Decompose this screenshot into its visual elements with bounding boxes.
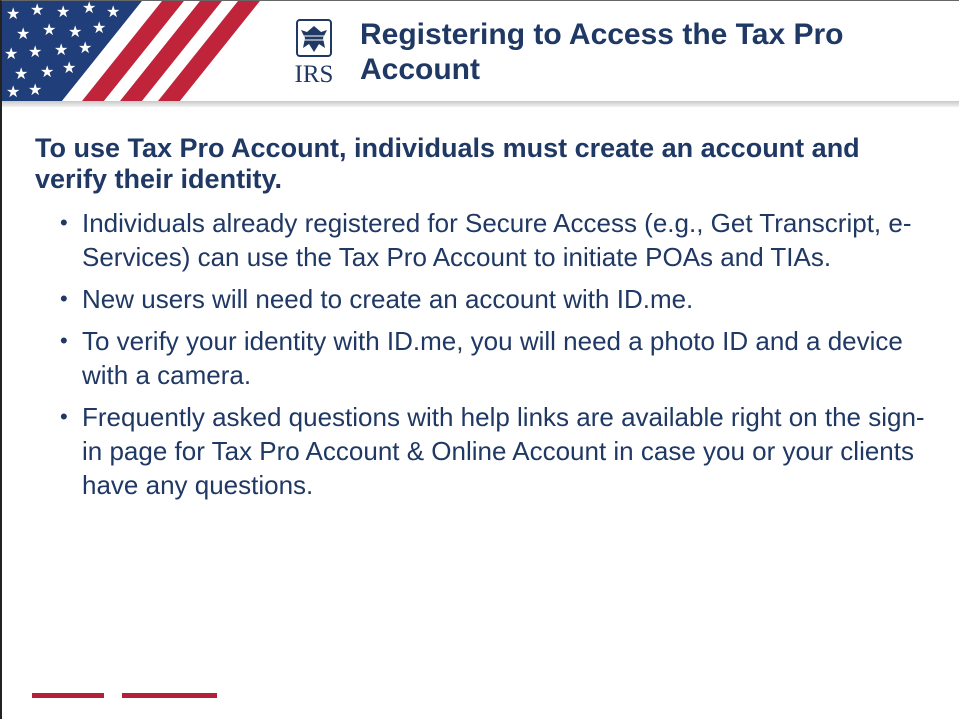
irs-eagle-logo-icon: IRS bbox=[285, 18, 345, 88]
bullet-marker: • bbox=[60, 328, 68, 353]
svg-text:★: ★ bbox=[92, 18, 106, 37]
list-item: • Frequently asked questions with help l… bbox=[24, 400, 939, 502]
svg-text:★: ★ bbox=[28, 42, 42, 61]
svg-text:★: ★ bbox=[106, 2, 120, 21]
list-item-text: Individuals already registered for Secur… bbox=[82, 208, 912, 272]
list-item-text: New users will need to create an account… bbox=[82, 284, 694, 314]
list-item-text: To verify your identity with ID.me, you … bbox=[82, 326, 903, 390]
svg-text:★: ★ bbox=[56, 2, 70, 21]
section-heading: To use Tax Pro Account, individuals must… bbox=[35, 133, 860, 194]
header-divider bbox=[2, 101, 959, 107]
page-title: Registering to Access the Tax Pro Accoun… bbox=[360, 18, 844, 86]
slide-header: ★ ★ ★ ★ ★ ★ ★ ★ ★ ★ ★ ★ ★ ★ ★ ★ ★ ★ IRS Registering t… bbox=[2, 1, 959, 101]
svg-text:★: ★ bbox=[14, 64, 28, 83]
irs-logo-text: IRS bbox=[295, 61, 334, 88]
footer-accent-bar bbox=[32, 693, 104, 698]
svg-text:★: ★ bbox=[6, 82, 20, 101]
svg-text:★: ★ bbox=[40, 62, 54, 81]
list-item: • To verify your identity with ID.me, yo… bbox=[24, 324, 939, 392]
slide: ★ ★ ★ ★ ★ ★ ★ ★ ★ ★ ★ ★ ★ ★ ★ ★ ★ ★ IRS Registering t… bbox=[0, 0, 959, 719]
svg-text:★: ★ bbox=[54, 40, 68, 59]
svg-text:★: ★ bbox=[62, 58, 76, 77]
bullet-marker: • bbox=[60, 404, 68, 429]
list-item: • Individuals already registered for Sec… bbox=[24, 206, 939, 274]
svg-text:★: ★ bbox=[16, 24, 30, 43]
list-item-text: Frequently asked questions with help lin… bbox=[82, 402, 925, 500]
svg-text:★: ★ bbox=[6, 4, 20, 23]
svg-text:★: ★ bbox=[82, 1, 96, 17]
us-flag-banner-icon: ★ ★ ★ ★ ★ ★ ★ ★ ★ ★ ★ ★ ★ ★ ★ ★ ★ ★ bbox=[2, 1, 277, 101]
bullet-marker: • bbox=[60, 286, 68, 311]
bullet-marker: • bbox=[60, 210, 68, 235]
svg-text:★: ★ bbox=[28, 80, 42, 99]
footer-accent-bar bbox=[122, 693, 217, 698]
svg-text:★: ★ bbox=[78, 38, 92, 57]
svg-text:★: ★ bbox=[4, 44, 18, 63]
list-item: • New users will need to create an accou… bbox=[24, 282, 939, 316]
svg-text:★: ★ bbox=[30, 1, 44, 19]
bullet-list: • Individuals already registered for Sec… bbox=[24, 206, 939, 510]
svg-text:★: ★ bbox=[42, 20, 56, 39]
